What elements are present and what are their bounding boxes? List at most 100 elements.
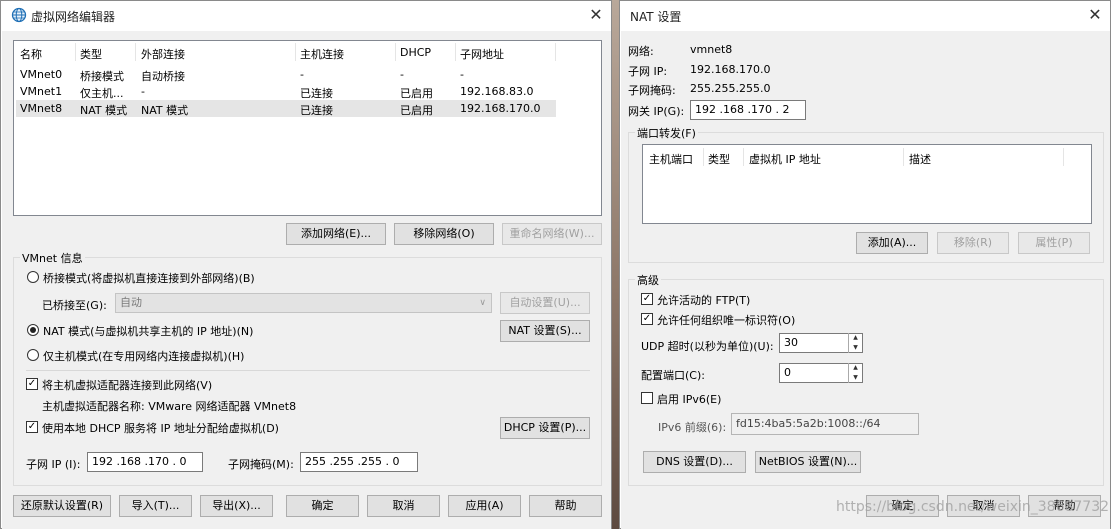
- column-header-description[interactable]: 描述: [909, 151, 931, 167]
- pf-remove-button[interactable]: 移除(R): [937, 232, 1009, 254]
- vmnet-info-label: VMnet 信息: [20, 250, 85, 266]
- bridged-mode-radio[interactable]: [27, 271, 39, 283]
- column-header-dhcp[interactable]: DHCP: [400, 46, 431, 59]
- use-dhcp-label[interactable]: 使用本地 DHCP 服务将 IP 地址分配给虚拟机(D): [42, 420, 279, 436]
- cancel-button[interactable]: 取消: [367, 495, 440, 517]
- cell-type: 桥接模式: [80, 70, 124, 83]
- ipv6-prefix-input[interactable]: fd15:4ba5:5a2b:1008::/64: [731, 413, 919, 435]
- network-value: vmnet8: [690, 43, 733, 56]
- nat-subnet-ip-value: 192.168.170.0: [690, 63, 771, 76]
- config-port-spinner[interactable]: ▲ ▼: [848, 363, 862, 383]
- bridged-mode-label[interactable]: 桥接模式(将虚拟机直接连接到外部网络)(B): [43, 270, 255, 286]
- enable-ipv6-checkbox[interactable]: [641, 392, 653, 404]
- cell-name: VMnet0: [20, 68, 63, 81]
- arrow-down-icon[interactable]: ▼: [849, 343, 862, 353]
- column-divider: [555, 43, 556, 61]
- udp-timeout-value: 30: [784, 336, 798, 349]
- chevron-down-icon: ∨: [479, 298, 486, 308]
- apply-button[interactable]: 应用(A): [448, 495, 521, 517]
- cell-host: 已连接: [300, 104, 333, 117]
- column-divider: [703, 148, 704, 166]
- cell-subnet: 192.168.170.0: [460, 102, 541, 115]
- nat-settings-window: NAT 设置 ✕ 网络: vmnet8 子网 IP: 192.168.170.0…: [619, 0, 1111, 529]
- export-button[interactable]: 导出(X)...: [200, 495, 273, 517]
- divider: [26, 370, 590, 371]
- remove-network-button[interactable]: 移除网络(O): [394, 223, 494, 245]
- table-row-selected[interactable]: VMnet8 NAT 模式 NAT 模式 已连接 已启用 192.168.170…: [16, 100, 556, 117]
- nat-title-bar[interactable]: NAT 设置 ✕: [620, 1, 1110, 31]
- cell-external: NAT 模式: [141, 104, 189, 117]
- cell-external: 自动桥接: [141, 70, 185, 83]
- column-header-vm-ip[interactable]: 虚拟机 IP 地址: [749, 151, 821, 167]
- nat-client-area: 网络: vmnet8 子网 IP: 192.168.170.0 子网掩码: 25…: [621, 31, 1110, 529]
- network-list[interactable]: 名称 类型 外部连接 主机连接 DHCP 子网地址 VMnet0 桥接模式 自动…: [13, 40, 602, 216]
- nat-close-button[interactable]: ✕: [1083, 4, 1107, 26]
- host-only-mode-label[interactable]: 仅主机模式(在专用网络内连接虚拟机)(H): [43, 348, 244, 364]
- column-header-host[interactable]: 主机连接: [300, 46, 344, 62]
- vne-close-button[interactable]: ✕: [584, 4, 608, 26]
- config-port-input[interactable]: 0 ▲ ▼: [779, 363, 863, 383]
- nat-subnet-mask-label: 子网掩码:: [628, 84, 676, 97]
- subnet-mask-input[interactable]: 255 .255 .255 . 0: [300, 452, 418, 472]
- gateway-ip-input[interactable]: 192 .168 .170 . 2: [690, 100, 806, 120]
- ipv6-prefix-label: IPv6 前缀(6):: [658, 421, 727, 434]
- netbios-settings-button[interactable]: NetBIOS 设置(N)...: [755, 451, 861, 473]
- pf-add-button[interactable]: 添加(A)...: [856, 232, 928, 254]
- connect-adapter-label[interactable]: 将主机虚拟适配器连接到此网络(V): [42, 377, 212, 393]
- table-row[interactable]: VMnet0 桥接模式 自动桥接 - - -: [16, 66, 556, 83]
- arrow-up-icon[interactable]: ▲: [849, 333, 862, 343]
- udp-timeout-input[interactable]: 30 ▲ ▼: [779, 333, 863, 353]
- cell-host: -: [300, 68, 304, 81]
- nat-settings-button[interactable]: NAT 设置(S)...: [500, 320, 590, 342]
- host-only-mode-radio[interactable]: [27, 349, 39, 361]
- allow-oui-checkbox[interactable]: ✓: [641, 313, 653, 325]
- arrow-down-icon[interactable]: ▼: [849, 373, 862, 383]
- dhcp-settings-button[interactable]: DHCP 设置(P)...: [500, 417, 590, 439]
- subnet-ip-input[interactable]: 192 .168 .170 . 0: [87, 452, 203, 472]
- allow-ftp-checkbox[interactable]: ✓: [641, 293, 653, 305]
- cell-dhcp: -: [400, 68, 404, 81]
- vne-window-title: 虚拟网络编辑器: [31, 10, 116, 24]
- column-header-pf-type[interactable]: 类型: [708, 151, 730, 167]
- pf-properties-button[interactable]: 属性(P): [1018, 232, 1090, 254]
- rename-network-button[interactable]: 重命名网络(W)...: [502, 223, 602, 245]
- column-header-host-port[interactable]: 主机端口: [649, 151, 693, 167]
- column-header-type[interactable]: 类型: [80, 46, 102, 62]
- ok-button[interactable]: 确定: [286, 495, 359, 517]
- bridged-to-select[interactable]: 自动 ∨: [115, 293, 492, 313]
- column-header-subnet[interactable]: 子网地址: [460, 46, 504, 62]
- vne-title-bar[interactable]: 虚拟网络编辑器 ✕: [1, 1, 611, 31]
- cell-type: 仅主机...: [80, 87, 124, 100]
- column-divider: [743, 148, 744, 166]
- watermark-text: https://blog.csdn.net/weixin_38687732: [836, 499, 1110, 515]
- allow-ftp-label[interactable]: 允许活动的 FTP(T): [657, 292, 750, 308]
- nat-mode-radio[interactable]: [27, 324, 39, 336]
- udp-timeout-spinner[interactable]: ▲ ▼: [848, 333, 862, 353]
- network-label: 网络:: [628, 45, 654, 58]
- enable-ipv6-label[interactable]: 启用 IPv6(E): [657, 391, 721, 407]
- table-row[interactable]: VMnet1 仅主机... - 已连接 已启用 192.168.83.0: [16, 83, 556, 100]
- cell-external: -: [141, 85, 145, 98]
- nat-mode-label[interactable]: NAT 模式(与虚拟机共享主机的 IP 地址)(N): [43, 323, 253, 339]
- arrow-up-icon[interactable]: ▲: [849, 363, 862, 373]
- restore-defaults-button[interactable]: 还原默认设置(R): [13, 495, 111, 517]
- udp-timeout-label: UDP 超时(以秒为单位)(U):: [641, 340, 774, 353]
- column-header-external[interactable]: 外部连接: [141, 46, 185, 62]
- cell-host: 已连接: [300, 87, 333, 100]
- subnet-ip-label: 子网 IP (I):: [26, 458, 81, 471]
- allow-oui-label[interactable]: 允许任何组织唯一标识符(O): [657, 312, 795, 328]
- help-button[interactable]: 帮助: [529, 495, 602, 517]
- column-divider: [135, 43, 136, 61]
- cell-dhcp: 已启用: [400, 104, 433, 117]
- advanced-label: 高级: [635, 272, 661, 288]
- port-forwarding-list[interactable]: 主机端口 类型 虚拟机 IP 地址 描述: [642, 144, 1092, 224]
- import-button[interactable]: 导入(T)...: [119, 495, 192, 517]
- column-divider: [295, 43, 296, 61]
- nat-window-title: NAT 设置: [630, 10, 682, 24]
- column-header-name[interactable]: 名称: [20, 46, 42, 62]
- use-dhcp-checkbox[interactable]: ✓: [26, 421, 38, 433]
- dns-settings-button[interactable]: DNS 设置(D)...: [643, 451, 746, 473]
- add-network-button[interactable]: 添加网络(E)...: [286, 223, 386, 245]
- connect-adapter-checkbox[interactable]: ✓: [26, 378, 38, 390]
- auto-settings-button[interactable]: 自动设置(U)...: [500, 292, 590, 314]
